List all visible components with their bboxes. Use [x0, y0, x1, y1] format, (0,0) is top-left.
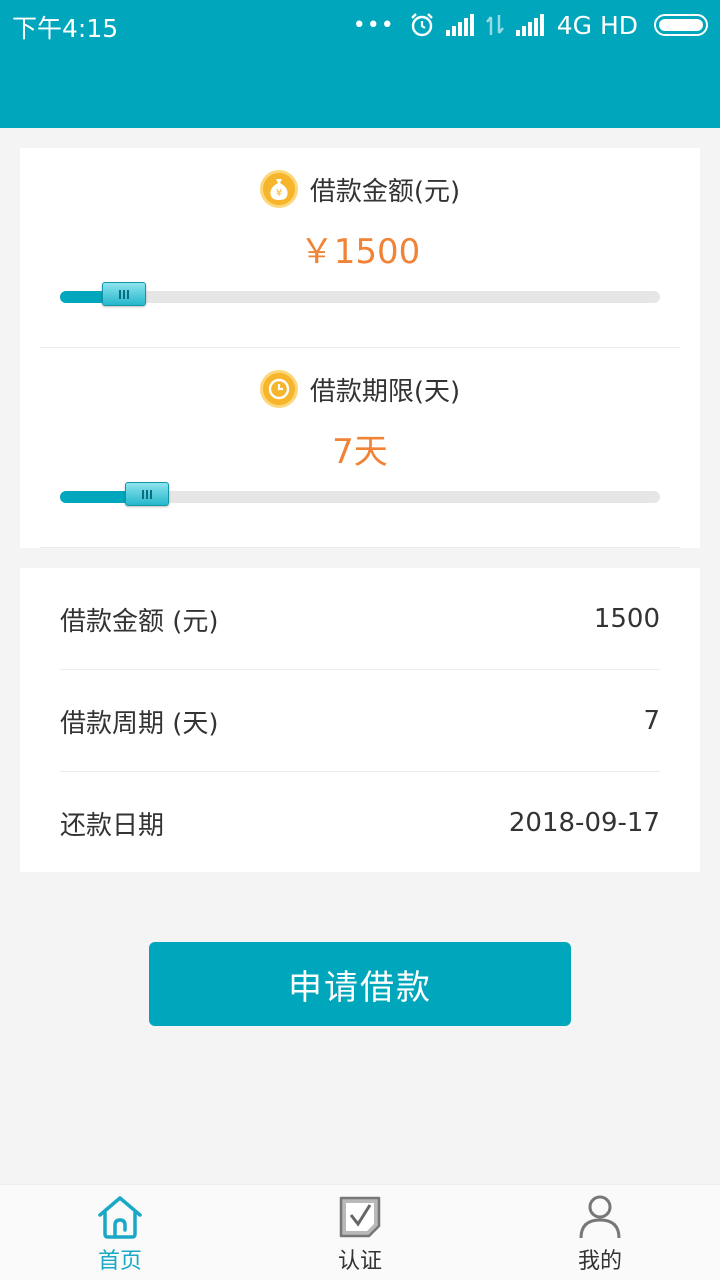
amount-slider-handle[interactable] — [102, 282, 147, 306]
summary-row-term: 借款周期 (天) 7 — [60, 670, 660, 772]
term-label: 借款期限(天) — [309, 376, 461, 407]
data-transfer-icon — [485, 15, 504, 35]
amount-slider[interactable] — [60, 282, 660, 306]
status-time: 下午4:15 — [12, 14, 119, 43]
amount-label-row: ¥ 借款金额(元) — [20, 170, 700, 208]
signal-icon — [445, 14, 474, 36]
signal-icon-2 — [515, 14, 544, 36]
alarm-icon — [410, 13, 433, 37]
summary-label: 还款日期 — [60, 810, 165, 841]
status-indicators: ••• 4G HD — [353, 8, 708, 42]
network-type: 4G HD — [556, 10, 638, 40]
status-bar: 下午4:15 ••• 4G HD — [0, 0, 720, 50]
nav-item-verify[interactable]: 认证 — [240, 1185, 480, 1280]
summary-value: 1500 — [593, 604, 660, 634]
app-header: 下午4:15 ••• 4G HD — [0, 0, 720, 128]
term-value: 7天 — [332, 432, 388, 472]
bottom-nav: 首页 认证 我的 — [0, 1184, 720, 1280]
summary-value: 2018-09-17 — [508, 808, 660, 838]
loan-summary-card: 借款金额 (元) 1500 借款周期 (天) 7 还款日期 2018-09-17 — [20, 568, 700, 872]
summary-label: 借款周期 (天) — [60, 708, 219, 739]
summary-value: 7 — [643, 706, 660, 736]
term-label-row: 借款期限(天) — [20, 370, 700, 408]
term-slider[interactable] — [60, 482, 660, 506]
nav-item-profile[interactable]: 我的 — [480, 1185, 720, 1280]
home-icon — [98, 1196, 142, 1239]
term-slider-handle[interactable] — [125, 482, 169, 506]
nav-label: 首页 — [97, 1249, 142, 1274]
term-slider-block: 借款期限(天) 7天 — [20, 348, 700, 548]
more-notifications-icon: ••• — [352, 12, 395, 38]
svg-text:¥: ¥ — [276, 188, 282, 199]
divider — [40, 547, 680, 548]
summary-label: 借款金额 (元) — [60, 606, 219, 637]
checkbox-icon — [339, 1196, 381, 1238]
money-bag-icon: ¥ — [259, 170, 298, 208]
battery-icon — [654, 14, 708, 36]
user-icon — [579, 1195, 621, 1239]
amount-label: 借款金额(元) — [309, 176, 461, 207]
nav-label: 我的 — [577, 1249, 622, 1274]
amount-slider-block: ¥ 借款金额(元) ￥1500 — [20, 148, 700, 348]
clock-icon — [259, 370, 298, 408]
summary-row-amount: 借款金额 (元) 1500 — [60, 568, 660, 670]
loan-slider-card: ¥ 借款金额(元) ￥1500 借款期限(天) 7天 — [20, 148, 700, 548]
amount-value: ￥1500 — [299, 232, 421, 272]
nav-label: 认证 — [337, 1249, 382, 1274]
apply-loan-button[interactable]: 申请借款 — [149, 942, 571, 1026]
nav-item-home[interactable]: 首页 — [0, 1185, 240, 1280]
summary-row-repay-date: 还款日期 2018-09-17 — [60, 772, 660, 874]
